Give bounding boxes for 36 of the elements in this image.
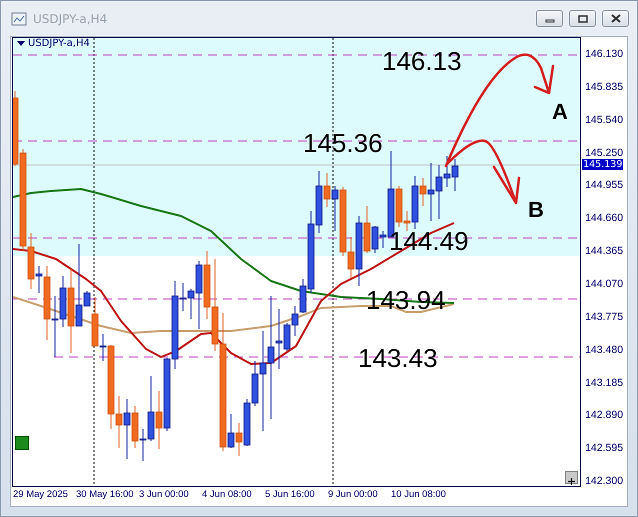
plus-icon: [566, 476, 578, 486]
price-tick-label: 145.250: [585, 148, 624, 159]
minimize-button[interactable]: [536, 10, 563, 27]
price-tick-label: 142.595: [585, 443, 624, 454]
restore-button[interactable]: [569, 10, 596, 27]
zoom-plus-icon[interactable]: [565, 471, 578, 484]
price-tick-label: 144.070: [585, 278, 624, 290]
price-tick-label: 142.890: [585, 410, 624, 422]
time-tick-label: 5 Jun 16:00: [265, 489, 315, 500]
symbol-text: USDJPY-a,H4: [28, 38, 90, 49]
price-tick-label: 143.185: [585, 378, 624, 388]
price-tick-label: 143.775: [585, 312, 624, 323]
level-label: 146.13: [382, 48, 462, 74]
window-title: USDJPY-a,H4: [33, 12, 108, 26]
dropdown-triangle-icon[interactable]: [17, 41, 25, 46]
price-tick-label: 145.540: [585, 114, 624, 126]
close-icon: [610, 14, 620, 23]
time-tick-label: 9 Jun 00:00: [328, 489, 378, 500]
time-tick-label: 30 May 16:00: [76, 489, 134, 500]
time-tick-label: 3 Jun 00:00: [139, 489, 189, 500]
annotation-label: A: [552, 101, 568, 123]
close-button[interactable]: [602, 10, 629, 27]
price-tick-label: 145.835: [585, 82, 624, 93]
price-tick-label: 143.480: [585, 344, 624, 356]
restore-icon: [578, 14, 588, 22]
time-tick-label: 29 May 2025: [13, 489, 68, 500]
price-tick-label: 144.365: [585, 246, 624, 258]
price-tick-label: 142.300: [585, 476, 624, 488]
time-tick-label: 10 Jun 08:00: [391, 489, 446, 500]
time-tick-label: 4 Jun 08:00: [202, 489, 252, 500]
price-tick-label: 144.955: [585, 180, 624, 192]
price-tick-label: 144.660: [585, 213, 624, 224]
current-price-label: 145.139: [582, 159, 624, 170]
chart-window-icon: [11, 10, 27, 26]
annotation-label: B: [528, 199, 544, 221]
price-tick-label: 146.130: [585, 49, 624, 60]
